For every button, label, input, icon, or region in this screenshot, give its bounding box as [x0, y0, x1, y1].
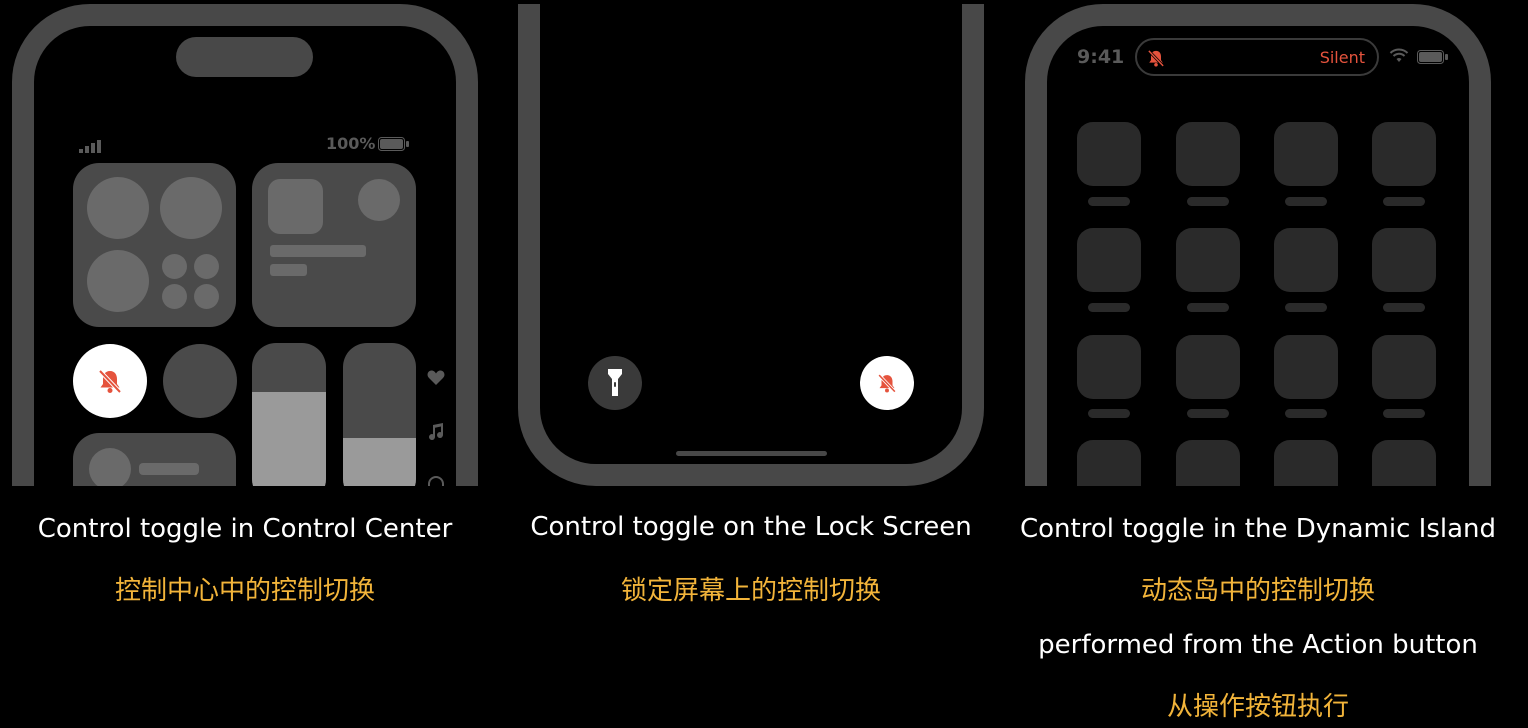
app-icon[interactable] [1077, 228, 1141, 292]
connectivity-button[interactable] [194, 284, 219, 309]
app-label [1088, 303, 1130, 312]
app-icon[interactable] [1077, 440, 1141, 486]
phone-screen: 100% [12, 4, 478, 486]
caption-zh-action-button: 从操作按钮执行 [1166, 692, 1349, 722]
silent-mode-button[interactable] [860, 356, 914, 410]
panel-lock-screen: Control toggle on the Lock Screen 锁定屏幕上的… [500, 0, 1010, 728]
connectivity-button[interactable] [162, 254, 187, 279]
panel-dynamic-island: 9:41 Silent Control toggle in the Dynami… [1015, 0, 1528, 728]
app-icon[interactable] [1077, 122, 1141, 186]
silent-mode-toggle[interactable] [73, 344, 147, 418]
app-label [1187, 197, 1229, 206]
track-artist-placeholder [270, 264, 307, 276]
battery-icon [378, 136, 410, 155]
now-playing-module[interactable] [252, 163, 416, 327]
app-icon[interactable] [1372, 440, 1436, 486]
phone-frame [518, 4, 984, 486]
app-icon[interactable] [1176, 228, 1240, 292]
media-tile[interactable] [73, 433, 236, 486]
app-icon[interactable] [1176, 122, 1240, 186]
caption-zh-control-center: 控制中心中的控制切换 [114, 576, 375, 606]
signal-icon [79, 138, 103, 153]
app-icon[interactable] [1176, 440, 1240, 486]
battery-percent: 100% [326, 134, 376, 153]
dynamic-island [176, 37, 313, 77]
app-icon[interactable] [1372, 228, 1436, 292]
app-icon[interactable] [1176, 335, 1240, 399]
connectivity-module[interactable] [73, 163, 236, 327]
app-label [1088, 197, 1130, 206]
brightness-slider[interactable] [252, 343, 326, 486]
caption-zh-lock-screen: 锁定屏幕上的控制切换 [620, 576, 881, 606]
connectivity-button[interactable] [162, 284, 187, 309]
album-art [268, 179, 323, 234]
caption-en-dynamic-island: Control toggle in the Dynamic Island [1019, 514, 1497, 544]
flashlight-icon [607, 368, 623, 402]
bell-slash-icon [876, 372, 898, 398]
music-note-icon[interactable] [428, 423, 444, 445]
app-label [1187, 409, 1229, 418]
app-icon[interactable] [1274, 122, 1338, 186]
media-tile-icon [89, 448, 131, 486]
app-icon[interactable] [1372, 335, 1436, 399]
app-icon[interactable] [1077, 335, 1141, 399]
app-icon[interactable] [1274, 228, 1338, 292]
flashlight-button[interactable] [588, 356, 642, 410]
caption-en-control-center: Control toggle in Control Center [37, 514, 453, 544]
volume-fill [343, 438, 416, 486]
brightness-fill [252, 392, 326, 486]
home-screen-grid [1025, 4, 1491, 486]
home-indicator[interactable] [676, 451, 827, 456]
caption-en-action-button: performed from the Action button [1038, 630, 1478, 660]
app-icon[interactable] [1274, 440, 1338, 486]
caption-zh-dynamic-island: 动态岛中的控制切换 [1140, 576, 1375, 606]
airplay-button[interactable] [358, 179, 400, 221]
phone-screen: 9:41 Silent [1025, 4, 1491, 486]
media-tile-label [139, 463, 199, 475]
volume-slider[interactable] [343, 343, 416, 486]
app-label [1088, 409, 1130, 418]
app-label [1285, 303, 1327, 312]
app-label [1383, 197, 1425, 206]
app-label [1383, 303, 1425, 312]
caption-en-lock-screen: Control toggle on the Lock Screen [530, 512, 972, 542]
bell-slash-icon [96, 367, 124, 399]
app-icon[interactable] [1372, 122, 1436, 186]
connectivity-button[interactable] [87, 250, 149, 312]
focus-button[interactable] [163, 344, 237, 418]
app-label [1383, 409, 1425, 418]
radio-icon[interactable] [428, 476, 444, 486]
app-label [1285, 409, 1327, 418]
connectivity-button[interactable] [87, 177, 149, 239]
phone-screen [518, 4, 984, 486]
panel-control-center: 100% Control toggle in Control Center 控制… [0, 0, 490, 728]
track-title-placeholder [270, 245, 366, 257]
app-icon[interactable] [1274, 335, 1338, 399]
connectivity-button[interactable] [160, 177, 222, 239]
app-label [1285, 197, 1327, 206]
heart-icon[interactable] [427, 370, 445, 390]
app-label [1187, 303, 1229, 312]
connectivity-button[interactable] [194, 254, 219, 279]
